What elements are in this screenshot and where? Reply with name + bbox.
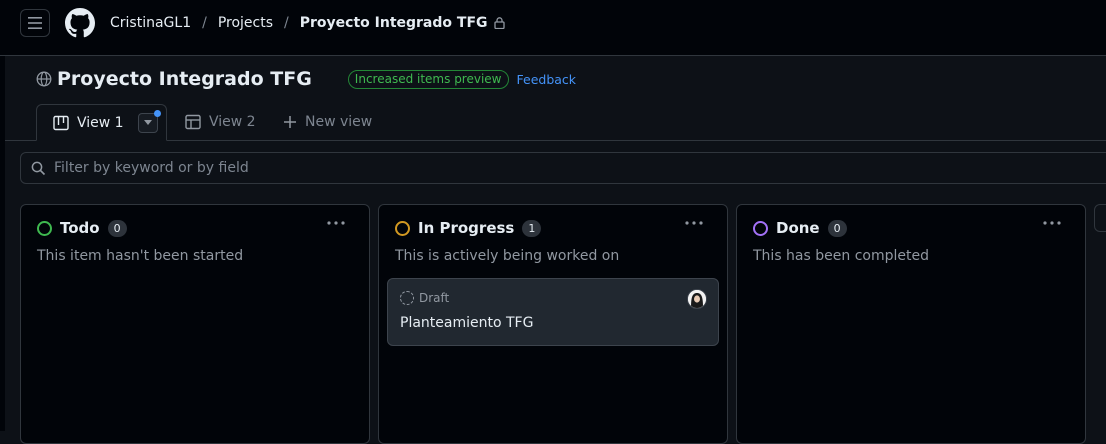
board-icon bbox=[53, 115, 69, 131]
breadcrumb-owner-link[interactable]: CristinaGL1 bbox=[110, 15, 191, 31]
breadcrumb-projects-link[interactable]: Projects bbox=[218, 15, 273, 31]
tab-view-2[interactable]: View 2 bbox=[185, 104, 256, 140]
plus-icon bbox=[283, 115, 297, 129]
status-circle-icon bbox=[753, 220, 768, 236]
card-type: Draft bbox=[419, 291, 450, 305]
view-options-button[interactable] bbox=[137, 109, 161, 133]
page-title: Proyecto Integrado TFG bbox=[57, 68, 312, 90]
filter-input[interactable]: Filter by keyword or by field bbox=[20, 152, 1106, 184]
column-done: Done 0 This has been completed bbox=[736, 204, 1086, 444]
status-circle-icon bbox=[395, 220, 410, 236]
tab-label: View 1 bbox=[77, 114, 124, 131]
column-header: Todo 0 bbox=[37, 219, 127, 237]
table-icon bbox=[185, 114, 201, 130]
preview-badge: Increased items preview bbox=[347, 69, 509, 89]
count-badge: 0 bbox=[827, 219, 847, 237]
column-title: Todo bbox=[60, 219, 100, 237]
column-in-progress: In Progress 1 This is actively being wor… bbox=[378, 204, 728, 444]
column-description: This is actively being worked on bbox=[395, 248, 620, 264]
column-menu-button[interactable] bbox=[1043, 221, 1061, 225]
kebab-horizontal-icon bbox=[327, 221, 345, 225]
draft-card[interactable]: Draft Planteamiento TFG bbox=[387, 278, 719, 346]
hamburger-menu-button[interactable] bbox=[20, 9, 50, 37]
breadcrumb-separator: / bbox=[284, 15, 289, 31]
tab-view-1[interactable]: View 1 bbox=[36, 104, 167, 141]
column-description: This item hasn't been started bbox=[37, 248, 244, 264]
breadcrumb-project-link[interactable]: Proyecto Integrado TFG bbox=[300, 15, 488, 31]
github-logo-icon[interactable] bbox=[65, 8, 95, 38]
add-column-button[interactable] bbox=[1094, 204, 1106, 232]
view-tabs: View 1 View 2 New view bbox=[5, 104, 1106, 141]
column-title: In Progress bbox=[418, 219, 515, 237]
kebab-horizontal-icon bbox=[1043, 221, 1061, 225]
top-bar: CristinaGL1 / Projects / Proyecto Integr… bbox=[0, 0, 1106, 56]
new-view-button[interactable]: New view bbox=[283, 104, 372, 140]
avatar[interactable] bbox=[687, 289, 707, 309]
column-header: Done 0 bbox=[753, 219, 847, 237]
tab-label: View 2 bbox=[209, 114, 256, 130]
column-title: Done bbox=[776, 219, 820, 237]
globe-icon bbox=[36, 71, 52, 87]
search-icon bbox=[31, 161, 46, 176]
breadcrumb: CristinaGL1 / Projects / Proyecto Integr… bbox=[110, 15, 505, 31]
lock-icon bbox=[493, 17, 505, 29]
feedback-link[interactable]: Feedback bbox=[517, 72, 577, 87]
breadcrumb-separator: / bbox=[202, 15, 207, 31]
status-circle-icon bbox=[37, 220, 52, 236]
column-description: This has been completed bbox=[753, 248, 929, 264]
draft-label: Draft bbox=[400, 291, 449, 305]
card-title[interactable]: Planteamiento TFG bbox=[400, 315, 533, 331]
caret-down-icon bbox=[143, 120, 152, 125]
tab-label: New view bbox=[305, 114, 373, 130]
hamburger-icon bbox=[28, 17, 42, 29]
unsaved-changes-dot bbox=[153, 109, 161, 117]
filter-placeholder: Filter by keyword or by field bbox=[54, 160, 249, 176]
column-menu-button[interactable] bbox=[685, 221, 703, 225]
count-badge: 1 bbox=[522, 219, 542, 237]
column-header: In Progress 1 bbox=[395, 219, 542, 237]
column-menu-button[interactable] bbox=[327, 221, 345, 225]
kebab-horizontal-icon bbox=[685, 221, 703, 225]
count-badge: 0 bbox=[107, 219, 127, 237]
project-header: Proyecto Integrado TFG Increased items p… bbox=[36, 68, 576, 90]
column-todo: Todo 0 This item hasn't been started bbox=[20, 204, 370, 444]
draft-issue-icon bbox=[400, 291, 414, 305]
